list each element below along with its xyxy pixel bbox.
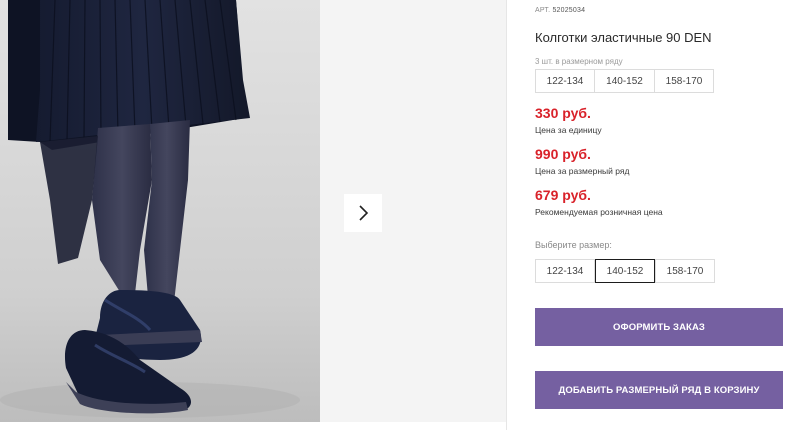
set-price-note: Цена за размерный ряд [535,166,630,176]
article-code: 52025034 [552,7,586,14]
set-sizes: 122-134 140-152 158-170 [535,69,714,93]
order-button[interactable]: ОФОРМИТЬ ЗАКАЗ [535,308,783,346]
size-option-140-152[interactable]: 140-152 [595,259,655,283]
product-photo-illustration [0,0,320,422]
article-number: АРТ. 52025034 [535,7,585,14]
add-set-to-cart-button[interactable]: ДОБАВИТЬ РАЗМЕРНЫЙ РЯД В КОРЗИНУ [535,371,783,409]
set-price: 990 руб. [535,146,591,162]
size-option-158-170[interactable]: 158-170 [655,259,715,283]
size-option-122-134[interactable]: 122-134 [535,259,595,283]
set-label: 3 шт. в размерном ряду [535,57,623,66]
product-photo [0,0,320,422]
unit-price-note: Цена за единицу [535,125,602,135]
set-size-3: 158-170 [654,69,714,93]
retail-price: 679 руб. [535,187,591,203]
chevron-right-icon [359,205,369,221]
unit-price: 330 руб. [535,105,591,121]
retail-price-note: Рекомендуемая розничная цена [535,207,663,217]
vertical-divider [506,0,507,430]
choose-size-label: Выберите размер: [535,240,612,250]
size-selector: 122-134 140-152 158-170 [535,259,715,283]
gallery-next-button[interactable] [344,194,382,232]
product-gallery [0,0,506,430]
set-size-2: 140-152 [594,69,655,93]
article-label: АРТ. [535,7,551,14]
product-title: Колготки эластичные 90 DEN [535,30,712,45]
set-size-1: 122-134 [535,69,595,93]
